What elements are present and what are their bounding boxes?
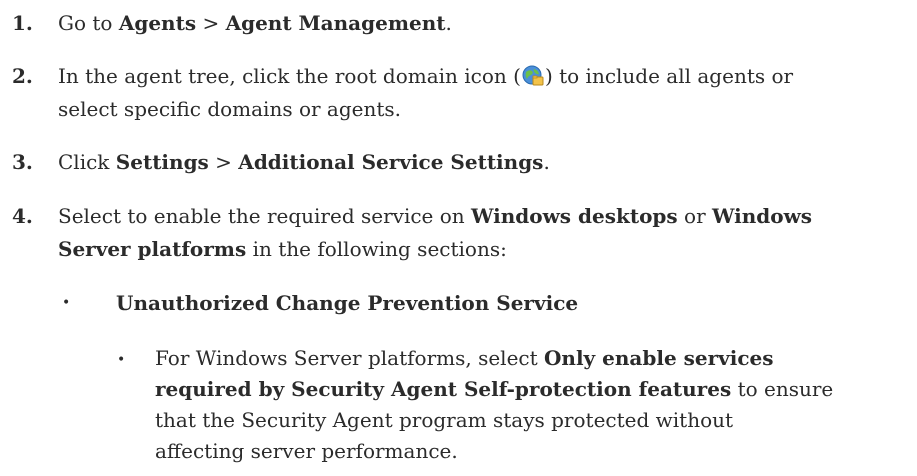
sub-bullet-prefix: For Windows Server platforms, select <box>155 346 538 370</box>
additional-service-settings-label: Additional Service Settings <box>238 150 544 174</box>
step-text: Go to Agents > Agent Management. <box>58 7 913 40</box>
step-text: Select to enable the required service on… <box>58 200 913 266</box>
or-text: or <box>684 204 706 228</box>
go-to-text: Go to <box>58 11 113 35</box>
only-enable-services-label: Only enable services <box>544 346 774 370</box>
separator: > <box>215 150 232 174</box>
sub-bullet-text: For Windows Server platforms, select Onl… <box>155 343 915 467</box>
step-text: Click Settings > Additional Service Sett… <box>58 146 913 179</box>
sub-bullet-suffix: to ensure <box>737 377 834 401</box>
sub-bullet-line3: that the Security Agent program stays pr… <box>155 408 734 432</box>
step-2-text-before-icon: In the agent tree, click the root domain… <box>58 64 521 88</box>
step-2-text-line2: select specific domains or agents. <box>58 97 402 121</box>
period: . <box>445 11 452 35</box>
step-text: In the agent tree, click the root domain… <box>58 60 913 126</box>
agent-management-label: Agent Management <box>225 11 446 35</box>
server-platforms-label: Server platforms <box>58 237 247 261</box>
bullet-title: Unauthorized Change Prevention Service <box>116 291 579 315</box>
windows-label: Windows <box>712 204 813 228</box>
root-domain-icon <box>522 64 544 86</box>
step-number: 2. <box>12 64 33 88</box>
select-text: Select to enable the required service on <box>58 204 465 228</box>
in-sections-text: in the following sections: <box>252 237 507 261</box>
step-number: 1. <box>12 11 33 35</box>
agents-menu-label: Agents <box>118 11 197 35</box>
step-2-text-after-icon: ) to include all agents or <box>544 64 794 88</box>
bullet-dot: • <box>62 295 71 311</box>
separator: > <box>202 11 220 35</box>
settings-menu-label: Settings <box>115 150 209 174</box>
step-number: 4. <box>12 204 33 228</box>
required-by-self-protection-label: required by Security Agent Self-protecti… <box>155 377 732 401</box>
windows-desktops-label: Windows desktops <box>471 204 678 228</box>
period: . <box>543 150 550 174</box>
step-number: 3. <box>12 150 33 174</box>
bullet-dot: • <box>117 352 126 368</box>
sub-bullet-line4: affecting server performance. <box>155 439 458 463</box>
click-text: Click <box>58 150 110 174</box>
procedure-steps: 1. Go to Agents > Agent Management. 2. I… <box>0 0 917 476</box>
